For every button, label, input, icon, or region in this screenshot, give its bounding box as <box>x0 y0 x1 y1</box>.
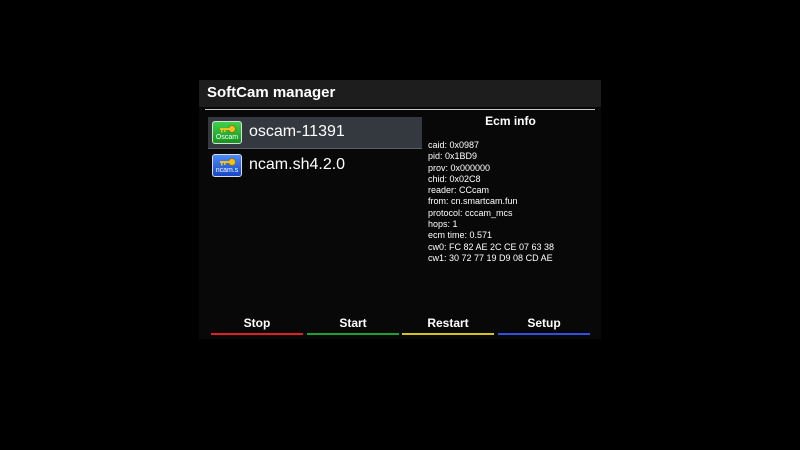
title-bar: SoftCam manager <box>199 80 601 107</box>
yellow-key-bar <box>402 333 494 335</box>
oscam-key-icon: Oscam <box>212 121 242 144</box>
blue-key-bar <box>498 333 590 335</box>
oscam-icon-label: Oscam <box>215 134 239 141</box>
stop-button[interactable]: Stop <box>211 316 303 335</box>
window-title: SoftCam manager <box>207 84 336 101</box>
ecm-cw1: cw1: 30 72 77 19 D9 08 CD AE <box>428 252 553 263</box>
ecm-reader: reader: CCcam <box>428 185 490 196</box>
ncam-icon-label: ncam.s <box>215 167 239 174</box>
green-key-bar <box>307 333 399 335</box>
ecm-pid: pid: 0x1BD9 <box>428 151 478 162</box>
ecm-chid: chid: 0x02C8 <box>428 173 481 184</box>
restart-button-label: Restart <box>427 316 469 330</box>
start-button[interactable]: Start <box>307 316 399 335</box>
ecm-info-title: Ecm info <box>485 114 536 128</box>
softcam-item-ncam[interactable]: ncam.s ncam.sh4.2.0 <box>208 150 422 182</box>
stop-button-label: Stop <box>243 316 271 330</box>
ecm-prov: prov: 0x000000 <box>428 162 491 173</box>
start-button-label: Start <box>339 316 367 330</box>
ecm-time: ecm time: 0.571 <box>428 230 493 241</box>
title-divider <box>205 109 595 110</box>
red-key-bar <box>211 333 303 335</box>
softcam-item-oscam[interactable]: Oscam oscam-11391 <box>208 117 422 149</box>
ecm-caid: caid: 0x0987 <box>428 140 480 150</box>
softcam-item-label: oscam-11391 <box>249 123 345 140</box>
softcam-list: Oscam oscam-11391 ncam.s ncam.sh4.2.0 <box>208 117 422 183</box>
ecm-cw0: cw0: FC 82 AE 2C CE 07 63 38 <box>428 241 555 252</box>
restart-button[interactable]: Restart <box>402 316 494 335</box>
ecm-info-panel: Ecm info caid: 0x0987 pid: 0x1BD9 prov: … <box>428 114 593 264</box>
ecm-from: from: cn.smartcam.fun <box>428 196 518 207</box>
softcam-item-label: ncam.sh4.2.0 <box>249 156 346 173</box>
setup-button[interactable]: Setup <box>498 316 590 335</box>
ncam-key-icon: ncam.s <box>212 154 242 177</box>
softcam-manager-window: SoftCam manager Oscam oscam-11391 ncam.s… <box>199 80 601 339</box>
setup-button-label: Setup <box>527 316 561 330</box>
ecm-hops: hops: 1 <box>428 219 458 230</box>
color-button-bar: Stop Start Restart Setup <box>209 316 591 336</box>
ecm-protocol: protocol: cccam_mcs <box>428 207 513 218</box>
